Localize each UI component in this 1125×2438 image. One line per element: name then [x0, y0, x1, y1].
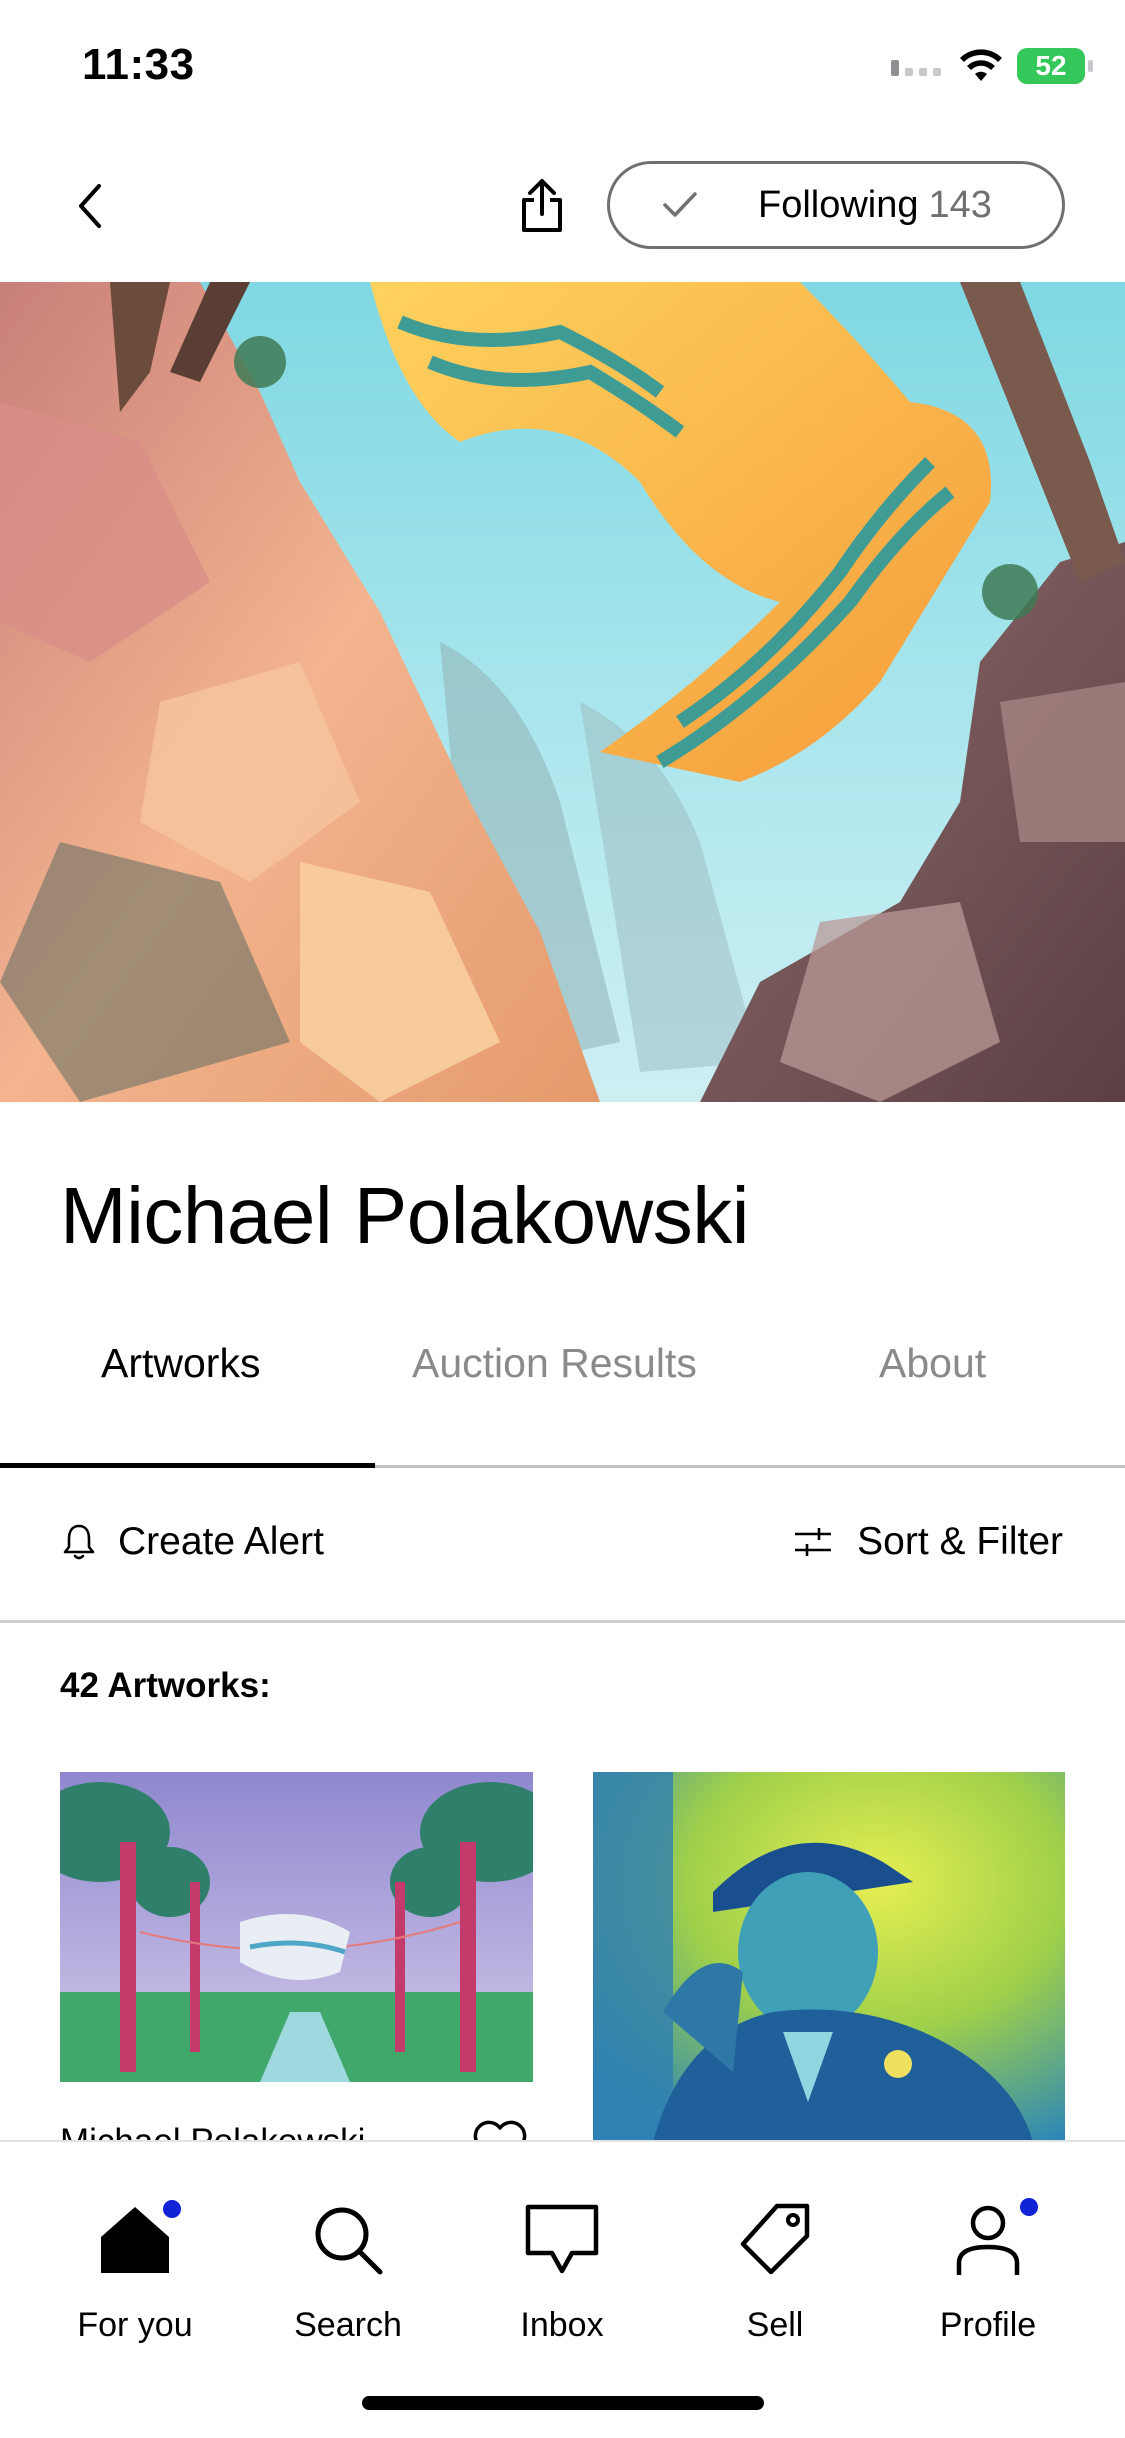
- artwork-card-image[interactable]: [593, 1772, 1065, 2142]
- battery-icon: 52: [1017, 48, 1093, 84]
- battery-level: 52: [1035, 50, 1067, 81]
- back-button[interactable]: [60, 176, 120, 236]
- following-button[interactable]: Following 143: [607, 161, 1065, 249]
- artist-tabs: Artworks Auction Results About: [0, 1340, 1125, 1470]
- tab-about[interactable]: About: [879, 1340, 986, 1387]
- tab-auction-results[interactable]: Auction Results: [412, 1340, 697, 1387]
- create-alert-button[interactable]: Create Alert: [62, 1520, 324, 1564]
- following-count: 143: [928, 183, 992, 226]
- hero-artwork-image: [0, 282, 1125, 1102]
- inbox-icon: [472, 2198, 652, 2282]
- nav-label: Sell: [746, 2306, 804, 2344]
- tag-icon: [685, 2198, 865, 2282]
- chevron-left-icon: [79, 184, 101, 228]
- tab-artworks[interactable]: Artworks: [101, 1340, 260, 1387]
- nav-for-you[interactable]: For you: [45, 2198, 225, 2345]
- section-divider: [0, 1620, 1125, 1623]
- nav-label: Inbox: [520, 2306, 604, 2344]
- search-icon: [258, 2198, 438, 2282]
- following-label: Following: [758, 183, 919, 226]
- sliders-icon: [795, 1528, 832, 1556]
- check-icon: [662, 191, 698, 219]
- bell-icon: [63, 1524, 95, 1560]
- status-indicators: 52: [889, 48, 1093, 84]
- share-icon: [522, 179, 562, 232]
- artwork-card-image[interactable]: [60, 1772, 533, 2082]
- home-indicator: [362, 2396, 764, 2410]
- sort-filter-button[interactable]: Sort & Filter: [793, 1520, 1063, 1564]
- share-button[interactable]: [512, 172, 572, 240]
- bottom-tab-bar: For you Search Inbox Sell Profile: [0, 2140, 1125, 2438]
- notification-dot: [1020, 2198, 1038, 2216]
- nav-sell[interactable]: Sell: [685, 2198, 865, 2345]
- nav-label: Profile: [939, 2306, 1037, 2344]
- create-alert-label: Create Alert: [118, 1520, 324, 1563]
- nav-inbox[interactable]: Inbox: [472, 2198, 652, 2345]
- notification-dot: [163, 2200, 181, 2218]
- profile-icon: [898, 2198, 1078, 2282]
- signal-icon: [891, 60, 941, 76]
- artworks-count: 42 Artworks:: [60, 1666, 271, 1705]
- sort-filter-label: Sort & Filter: [857, 1520, 1063, 1563]
- status-time: 11:33: [82, 40, 195, 89]
- artist-name: Michael Polakowski: [60, 1171, 750, 1260]
- home-icon: [45, 2198, 225, 2282]
- tab-active-indicator: [0, 1463, 375, 1468]
- wifi-icon: [960, 49, 1002, 81]
- nav-profile[interactable]: Profile: [898, 2198, 1078, 2345]
- nav-label: For you: [77, 2306, 193, 2344]
- nav-label: Search: [294, 2306, 402, 2344]
- nav-search[interactable]: Search: [258, 2198, 438, 2345]
